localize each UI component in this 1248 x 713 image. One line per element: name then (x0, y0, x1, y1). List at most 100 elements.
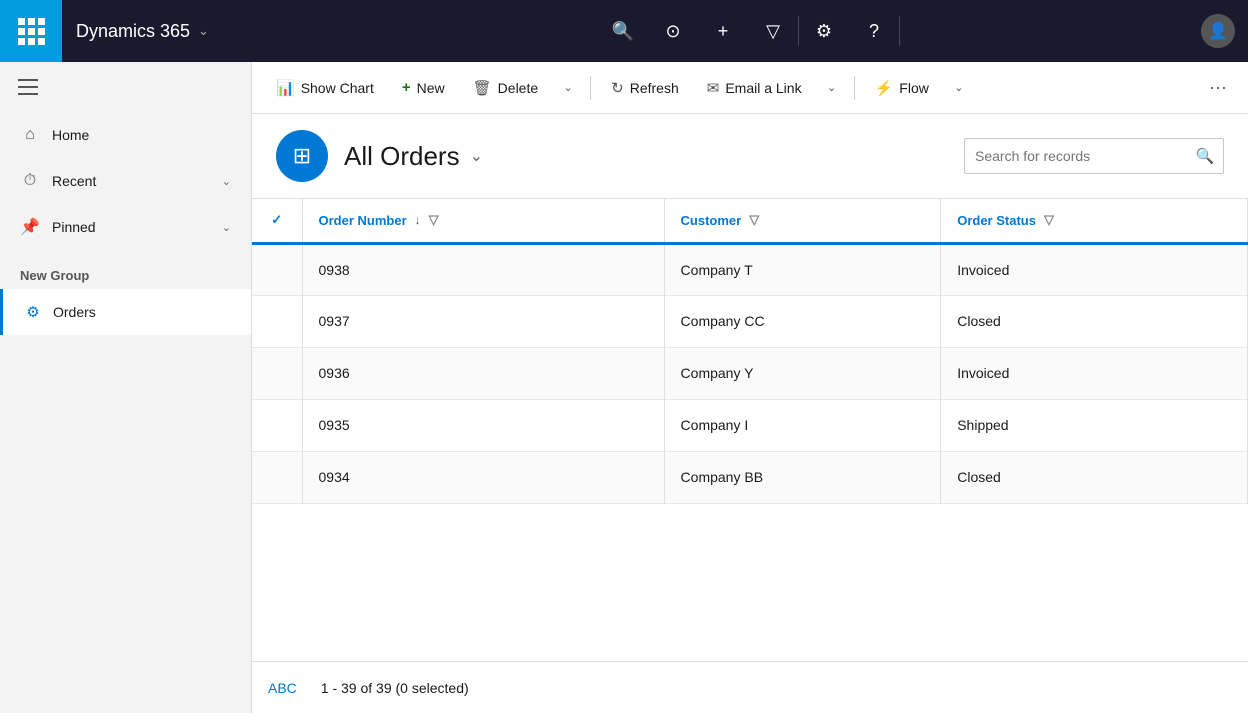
refresh-icon: ↻ (611, 79, 624, 97)
pinned-chevron-icon: ⌄ (222, 221, 231, 234)
row-select-cell[interactable] (252, 243, 302, 295)
home-icon: ⌂ (20, 126, 40, 144)
trash-icon: 🗑 (473, 79, 492, 97)
brand-area: Dynamics 365 ⌄ (0, 0, 310, 62)
order-status-cell: Closed (941, 451, 1248, 503)
search-nav-button[interactable]: 🔍 (598, 0, 648, 62)
row-select-cell[interactable] (252, 399, 302, 451)
top-nav-center: 🔍 ⊙ + ▽ ⚙ ? (310, 0, 1188, 62)
order-number-cell[interactable]: 0938 (302, 243, 664, 295)
sidebar-orders-label: Orders (53, 304, 96, 320)
table-header-row: ✓ Order Number ↓ ▽ Customer (252, 199, 1248, 243)
search-submit-button[interactable]: 🔍 (1187, 139, 1223, 173)
flow-icon: ⚡ (875, 79, 894, 97)
orders-page-icon: ⊞ (293, 143, 311, 169)
user-avatar[interactable]: 👤 (1201, 14, 1235, 48)
show-chart-button[interactable]: 📊 Show Chart (264, 70, 386, 106)
user-area: 👤 (1188, 14, 1248, 48)
settings-button[interactable]: ⚙ (799, 0, 849, 62)
sidebar-home-label: Home (52, 127, 231, 143)
flow-button[interactable]: ⚡ Flow (863, 70, 941, 106)
sidebar-item-pinned[interactable]: 📌 Pinned ⌄ (0, 204, 251, 250)
new-label: New (417, 80, 445, 96)
search-input[interactable] (965, 148, 1187, 164)
page-title-area: All Orders ⌄ (344, 141, 483, 172)
delete-label: Delete (498, 80, 538, 96)
new-button[interactable]: + New (390, 70, 457, 106)
flow-label: Flow (899, 80, 929, 96)
order-number-header-label: Order Number (319, 213, 407, 228)
flow-dropdown-button[interactable]: ⌄ (945, 70, 973, 106)
toolbar-separator-1 (590, 76, 591, 100)
order-number-cell[interactable]: 0935 (302, 399, 664, 451)
sidebar-item-recent[interactable]: ⏱ Recent ⌄ (0, 158, 251, 204)
customer-cell[interactable]: Company Y (664, 347, 941, 399)
order-status-cell: Closed (941, 295, 1248, 347)
new-record-button[interactable]: + (698, 0, 748, 62)
table-container[interactable]: ✓ Order Number ↓ ▽ Customer (252, 199, 1248, 661)
toolbar-separator-2 (854, 76, 855, 100)
page-header: ⊞ All Orders ⌄ 🔍 (252, 114, 1248, 199)
help-button[interactable]: ? (849, 0, 899, 62)
customer-cell[interactable]: Company I (664, 399, 941, 451)
email-dropdown-button[interactable]: ⌄ (818, 70, 846, 106)
customer-cell[interactable]: Company T (664, 243, 941, 295)
hamburger-button[interactable] (12, 71, 44, 103)
sidebar-recent-label: Recent (52, 173, 210, 189)
waffle-button[interactable] (0, 0, 62, 62)
hamburger-icon (18, 79, 38, 81)
more-commands-button[interactable]: ··· (1200, 70, 1236, 106)
email-link-button[interactable]: ✉ Email a Link (695, 70, 814, 106)
main-layout: ⌂ Home ⏱ Recent ⌄ 📌 Pinned ⌄ New Group ⚙… (0, 62, 1248, 713)
view-selector-chevron-icon[interactable]: ⌄ (470, 146, 483, 166)
content-area: 📊 Show Chart + New 🗑 Delete ⌄ ↻ Refresh … (252, 62, 1248, 713)
sidebar-item-home[interactable]: ⌂ Home (0, 112, 251, 158)
refresh-button[interactable]: ↻ Refresh (599, 70, 691, 106)
delete-dropdown-button[interactable]: ⌄ (554, 70, 582, 106)
orders-table: ✓ Order Number ↓ ▽ Customer (252, 199, 1248, 504)
advanced-find-button[interactable]: ▽ (748, 0, 798, 62)
brand-text: Dynamics 365 (76, 21, 190, 42)
hamburger-icon (18, 86, 38, 88)
search-box: 🔍 (964, 138, 1224, 174)
select-all-header[interactable]: ✓ (252, 199, 302, 243)
email-icon: ✉ (707, 79, 720, 97)
email-link-label: Email a Link (725, 80, 801, 96)
show-chart-label: Show Chart (301, 80, 374, 96)
sidebar-top (0, 62, 251, 112)
customer-header: Customer ▽ (664, 199, 941, 243)
row-select-cell[interactable] (252, 295, 302, 347)
plus-icon: + (402, 79, 411, 96)
row-select-cell[interactable] (252, 347, 302, 399)
brand-chevron-icon: ⌄ (198, 23, 209, 39)
sidebar-section-label: New Group (0, 250, 251, 289)
abc-filter[interactable]: ABC (268, 680, 297, 696)
page-icon: ⊞ (276, 130, 328, 182)
order-status-filter-icon[interactable]: ▽ (1044, 212, 1054, 228)
waffle-icon (18, 18, 45, 45)
delete-button[interactable]: 🗑 Delete (461, 70, 551, 106)
row-select-cell[interactable] (252, 451, 302, 503)
dashboards-button[interactable]: ⊙ (648, 0, 698, 62)
order-number-cell[interactable]: 0936 (302, 347, 664, 399)
refresh-label: Refresh (630, 80, 679, 96)
pinned-icon: 📌 (20, 217, 40, 237)
nav-divider-2 (899, 16, 900, 46)
table-row: 0935 Company I Shipped (252, 399, 1248, 451)
pagination-info: 1 - 39 of 39 (0 selected) (321, 680, 469, 696)
order-status-header-label: Order Status (957, 213, 1036, 228)
chart-icon: 📊 (276, 79, 295, 97)
customer-cell[interactable]: Company BB (664, 451, 941, 503)
order-number-sort-icon[interactable]: ↓ (415, 213, 421, 227)
toolbar: 📊 Show Chart + New 🗑 Delete ⌄ ↻ Refresh … (252, 62, 1248, 114)
order-number-cell[interactable]: 0937 (302, 295, 664, 347)
page-title: All Orders (344, 141, 460, 172)
customer-cell[interactable]: Company CC (664, 295, 941, 347)
table-row: 0938 Company T Invoiced (252, 243, 1248, 295)
brand-name[interactable]: Dynamics 365 ⌄ (76, 21, 209, 42)
sidebar-item-orders[interactable]: ⚙ Orders (0, 289, 251, 335)
hamburger-icon (18, 93, 38, 95)
order-number-filter-icon[interactable]: ▽ (429, 212, 439, 228)
customer-filter-icon[interactable]: ▽ (749, 212, 759, 228)
order-number-cell[interactable]: 0934 (302, 451, 664, 503)
